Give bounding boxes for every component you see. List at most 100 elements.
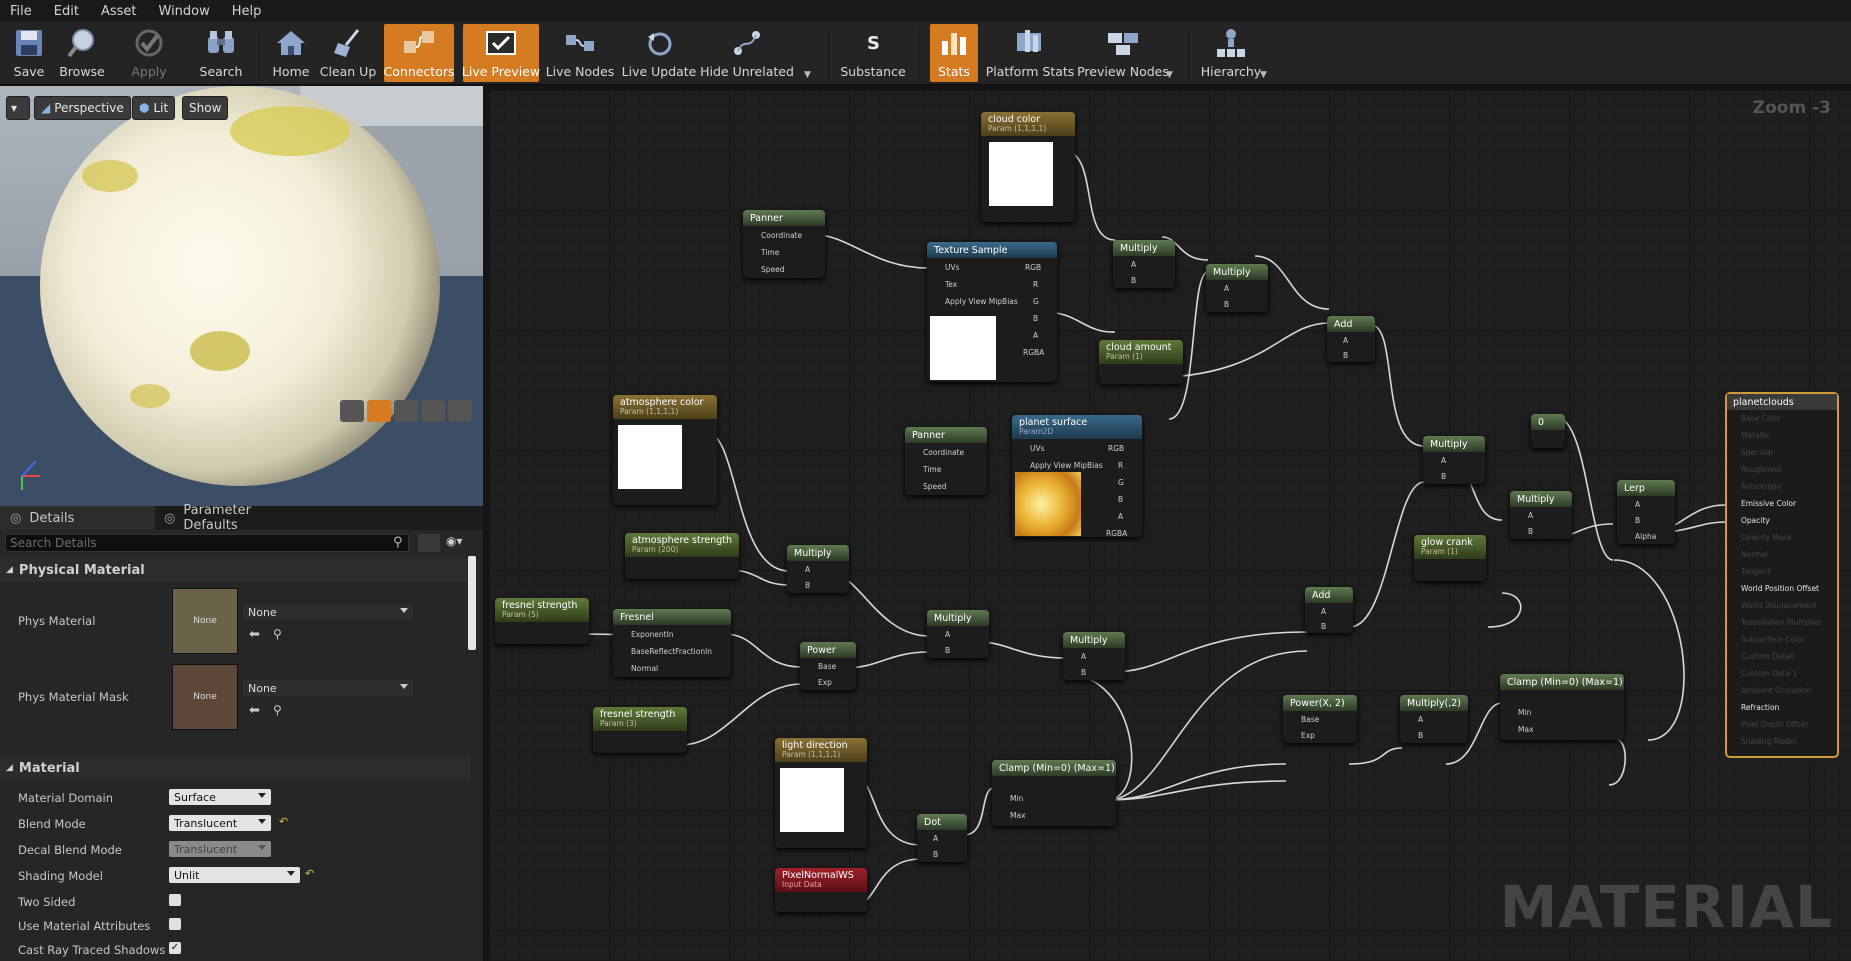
node-light-direction[interactable]: light direction Param (1,1,1,1)	[775, 738, 867, 848]
result-input-subsurface-color[interactable]: Subsurface Color	[1741, 635, 1805, 644]
node-add-2[interactable]: Add A B	[1305, 587, 1353, 633]
sphere-preview-button[interactable]	[367, 400, 391, 422]
tab-parameter-defaults[interactable]: ◎ Parameter Defaults	[158, 503, 308, 533]
node-clamp-2[interactable]: Clamp (Min=0) (Max=1) Min Max	[1500, 674, 1624, 740]
node-cloud-amount[interactable]: cloud amount Param (1)	[1099, 340, 1183, 384]
hierarchy-button[interactable]: Hierarchy	[1200, 24, 1262, 82]
perspective-button[interactable]: ◢ Perspective	[34, 96, 131, 120]
menu-edit[interactable]: Edit	[54, 4, 79, 19]
connectors-button[interactable]: Connectors	[384, 24, 455, 82]
node-multiply-5[interactable]: Multiply A B	[1063, 632, 1125, 680]
result-input-base-color[interactable]: Base Color	[1741, 414, 1781, 423]
node-fresnel-strength-2[interactable]: fresnel strength Param (3)	[593, 707, 687, 753]
result-input-opacity-mask[interactable]: Opacity Mask	[1741, 533, 1792, 542]
preview-viewport[interactable]	[0, 86, 483, 506]
node-panner-2[interactable]: Panner Coordinate Time Speed	[905, 427, 987, 495]
live-nodes-button[interactable]: Live Nodes	[546, 24, 614, 82]
node-lerp[interactable]: Lerp A B Alpha	[1617, 480, 1675, 544]
node-add-1[interactable]: Add A B	[1327, 316, 1375, 362]
node-multiply-6[interactable]: Multiply A B	[1423, 436, 1485, 484]
hierarchy-dropdown-icon[interactable]: ▼	[1260, 70, 1267, 80]
use-selected-arrow-icon[interactable]: ⬅	[249, 703, 260, 718]
node-clamp-1[interactable]: Clamp (Min=0) (Max=1) Min Max	[992, 760, 1116, 826]
result-input-pixel-depth-offset[interactable]: Pixel Depth Offset	[1741, 720, 1809, 729]
preview-nodes-button[interactable]: Preview Nodes	[1077, 24, 1169, 82]
phys-material-mask-thumbnail[interactable]: None	[172, 664, 238, 730]
reset-to-default-icon[interactable]: ↶	[305, 867, 314, 880]
result-input-tessellation-multiplier[interactable]: Tessellation Multiplier	[1741, 618, 1822, 627]
details-search-input[interactable]: Search Details	[5, 534, 409, 552]
node-atmosphere-strength[interactable]: atmosphere strength Param (200)	[625, 533, 739, 579]
use-material-attributes-checkbox[interactable]	[169, 918, 181, 930]
cube-preview-button[interactable]	[421, 400, 445, 422]
result-input-emissive-color[interactable]: Emissive Color	[1741, 499, 1796, 508]
result-input-shading-model[interactable]: Shading Model	[1741, 737, 1796, 746]
lit-button[interactable]: ⬢ Lit	[132, 96, 176, 120]
browse-search-icon[interactable]: ⚲	[273, 703, 282, 717]
details-scrollbar[interactable]	[468, 556, 476, 650]
hide-unrelated-dropdown-icon[interactable]: ▼	[804, 70, 811, 80]
shading-model-combo[interactable]: Unlit	[169, 867, 300, 883]
result-input-refraction[interactable]: Refraction	[1741, 703, 1779, 712]
two-sided-checkbox[interactable]	[169, 894, 181, 906]
menu-file[interactable]: File	[10, 4, 32, 19]
node-power[interactable]: Power Base Exp	[800, 642, 856, 690]
result-input-metallic[interactable]: Metallic	[1741, 431, 1770, 440]
blend-mode-combo[interactable]: Translucent	[169, 815, 271, 831]
cast-ray-traced-shadows-checkbox[interactable]: ✓	[169, 942, 181, 954]
eye-icon[interactable]: ◉▾	[446, 534, 463, 548]
phys-material-combo[interactable]: None	[243, 604, 413, 620]
menu-asset[interactable]: Asset	[101, 4, 137, 19]
browse-button[interactable]: Browse	[56, 24, 108, 82]
node-power-x2[interactable]: Power(X, 2) Base Exp	[1283, 695, 1357, 743]
result-input-tangent[interactable]: Tangent	[1741, 567, 1771, 576]
node-panner-1[interactable]: Panner Coordinate Time Speed	[743, 210, 825, 278]
node-pixel-normal-ws[interactable]: PixelNormalWS Input Data	[775, 868, 867, 912]
save-button[interactable]: Save	[4, 24, 54, 82]
node-multiply-by-2[interactable]: Multiply(,2) A B	[1400, 695, 1468, 743]
node-fresnel-strength-1[interactable]: fresnel strength Param (5)	[495, 598, 589, 644]
node-planet-surface[interactable]: planet surface Param2D UVs Apply View Mip…	[1012, 415, 1142, 538]
list-view-icon[interactable]	[418, 534, 440, 552]
browse-search-icon[interactable]: ⚲	[273, 627, 282, 641]
cleanup-button[interactable]: Clean Up	[320, 24, 376, 82]
node-multiply-2[interactable]: Multiply A B	[1206, 264, 1268, 312]
tab-details[interactable]: ◎ Details	[0, 506, 155, 530]
plane-preview-button[interactable]	[394, 400, 418, 422]
cylinder-preview-button[interactable]	[340, 400, 364, 422]
node-multiply-3[interactable]: Multiply A B	[787, 545, 849, 593]
result-input-normal[interactable]: Normal	[1741, 550, 1768, 559]
result-input-world-position-offset[interactable]: World Position Offset	[1741, 584, 1819, 593]
node-cloud-color[interactable]: cloud color Param (1,1,1,1)	[981, 112, 1075, 222]
node-multiply-1[interactable]: Multiply A B	[1113, 240, 1175, 288]
node-fresnel[interactable]: Fresnel ExponentIn BaseReflectFractionIn…	[613, 609, 731, 677]
home-button[interactable]: Home	[268, 24, 314, 82]
result-input-ambient-occlusion[interactable]: Ambient Occlusion	[1741, 686, 1811, 695]
node-glow-crank[interactable]: glow crank Param (1)	[1414, 535, 1486, 581]
viewport-options-button[interactable]: ▾	[6, 96, 30, 120]
phys-material-thumbnail[interactable]: None	[172, 588, 238, 654]
node-atmosphere-color[interactable]: atmosphere color Param (1,1,1,1)	[613, 395, 717, 505]
use-selected-arrow-icon[interactable]: ⬅	[249, 627, 260, 642]
decal-blend-mode-combo[interactable]: Translucent	[169, 841, 271, 857]
stats-button[interactable]: Stats	[930, 24, 978, 82]
result-input-custom-data-0[interactable]: Custom Data0	[1741, 652, 1795, 661]
mesh-preview-button[interactable]	[448, 400, 472, 422]
menu-help[interactable]: Help	[232, 4, 262, 19]
material-domain-combo[interactable]: Surface	[169, 789, 271, 805]
node-multiply-4[interactable]: Multiply A B	[927, 610, 989, 658]
hide-unrelated-button[interactable]: Hide Unrelated	[700, 24, 794, 82]
live-preview-button[interactable]: Live Preview	[462, 24, 540, 82]
phys-material-mask-combo[interactable]: None	[243, 680, 413, 696]
substance-button[interactable]: S Substance	[838, 24, 908, 82]
result-input-opacity[interactable]: Opacity	[1741, 516, 1770, 525]
node-texture-sample[interactable]: Texture Sample UVs Tex Apply View MipBia…	[927, 242, 1057, 382]
node-constant-0[interactable]: 0	[1531, 414, 1565, 448]
node-multiply-7[interactable]: Multiply A B	[1510, 491, 1572, 539]
category-material[interactable]: ◢ Material	[0, 756, 470, 780]
preview-nodes-dropdown-icon[interactable]: ▼	[1166, 70, 1173, 80]
search-button[interactable]: Search	[196, 24, 246, 82]
platform-stats-button[interactable]: Platform Stats	[986, 24, 1074, 82]
apply-button[interactable]: Apply	[124, 24, 174, 82]
node-dot[interactable]: Dot A B	[917, 814, 967, 862]
